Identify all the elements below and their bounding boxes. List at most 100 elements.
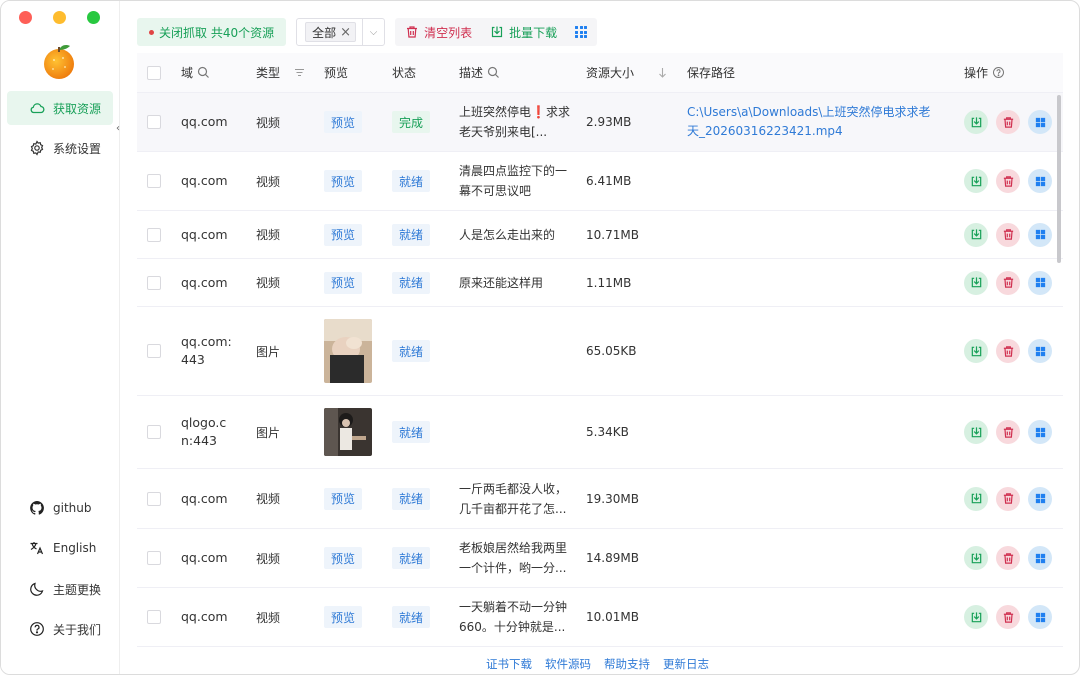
windows-icon (1035, 176, 1045, 186)
search-icon[interactable] (197, 66, 210, 79)
delete-button[interactable] (996, 339, 1020, 363)
sidebar-item-settings[interactable]: 系统设置 (7, 131, 113, 165)
trash-icon (1003, 611, 1013, 623)
row-domain: qq.com (181, 550, 228, 565)
row-checkbox[interactable] (147, 551, 161, 565)
collapse-sidebar-icon[interactable]: ‹ (113, 122, 123, 136)
delete-button[interactable] (996, 222, 1020, 247)
download-icon (971, 116, 981, 127)
download-button[interactable] (964, 486, 988, 511)
open-window-button[interactable] (1028, 605, 1052, 629)
row-checkbox[interactable] (147, 491, 161, 506)
footer-link-changelog[interactable]: 更新日志 (663, 656, 709, 672)
type-filter-select[interactable]: 全部 × ⌵ (296, 18, 386, 46)
row-size: 10.71MB (586, 227, 639, 242)
row-actions (964, 169, 1052, 193)
preview-button[interactable]: 预览 (324, 606, 363, 628)
scrollbar[interactable] (1057, 95, 1061, 263)
toggle-capture-button[interactable]: 关闭抓取 共40个资源 (137, 18, 287, 46)
image-thumbnail[interactable] (324, 408, 372, 456)
download-button[interactable] (964, 420, 988, 444)
open-window-button[interactable] (1028, 169, 1052, 193)
sidebar-item-github[interactable]: github (7, 493, 113, 523)
row-desc: 老板娘居然给我两里一个计件，哟一分... (459, 541, 568, 575)
footer-link-source[interactable]: 软件源码 (545, 656, 591, 672)
select-all-checkbox[interactable] (147, 65, 161, 80)
maximize-window-button[interactable] (87, 11, 100, 24)
sort-icon[interactable] (656, 66, 669, 79)
preview-button[interactable]: 预览 (324, 547, 363, 569)
window-controls (19, 11, 100, 24)
row-domain: qq.com (181, 274, 228, 290)
trash-icon (1003, 277, 1013, 288)
chevron-down-icon[interactable]: ⌵ (362, 19, 384, 45)
delete-button[interactable] (996, 420, 1020, 444)
delete-button[interactable] (996, 110, 1020, 134)
grid-menu-icon[interactable] (575, 26, 588, 38)
preview-button[interactable]: 预览 (324, 170, 363, 192)
table-row: qq.com 视频 预览 就绪 人是怎么走出来的 10.71MB (137, 211, 1063, 259)
row-size: 2.93MB (586, 115, 632, 129)
resource-table: 域 类型 预览 状态 描述 资源大小 保存路径 操作 qq.com 视频 预览 … (137, 53, 1063, 647)
sidebar-item-about[interactable]: 关于我们 (7, 614, 113, 644)
clear-list-button[interactable]: 清空列表 (405, 24, 472, 41)
sidebar-item-label: github (53, 501, 92, 515)
row-checkbox[interactable] (147, 344, 161, 358)
sidebar-item-get-resources[interactable]: 获取资源 (7, 91, 113, 125)
delete-button[interactable] (996, 605, 1020, 629)
row-checkbox[interactable] (147, 275, 161, 290)
close-window-button[interactable] (19, 11, 32, 24)
row-checkbox[interactable] (147, 115, 161, 129)
sidebar-item-label: 关于我们 (53, 622, 102, 637)
download-button[interactable] (964, 339, 988, 363)
delete-button[interactable] (996, 169, 1020, 193)
open-window-button[interactable] (1028, 339, 1052, 363)
open-window-button[interactable] (1028, 546, 1052, 570)
sidebar-item-theme[interactable]: 主题更换 (7, 574, 113, 604)
status-badge: 就绪 (392, 340, 431, 362)
sidebar-item-language[interactable]: English (7, 533, 113, 563)
download-button[interactable] (964, 222, 988, 247)
download-button[interactable] (964, 546, 988, 570)
open-window-button[interactable] (1028, 110, 1052, 134)
toolbar: 关闭抓取 共40个资源 全部 × ⌵ 清空列表 批量下载 (137, 18, 598, 46)
delete-button[interactable] (996, 486, 1020, 511)
row-save-path[interactable]: C:\Users\a\Downloads\上班突然停电求求老天_20260316… (687, 103, 942, 141)
preview-button[interactable]: 预览 (324, 487, 363, 510)
download-button[interactable] (964, 110, 988, 134)
windows-icon (1035, 612, 1045, 622)
download-button[interactable] (964, 169, 988, 193)
preview-button[interactable]: 预览 (324, 223, 363, 246)
batch-download-button[interactable]: 批量下载 (490, 24, 557, 41)
row-checkbox[interactable] (147, 610, 161, 624)
table-row: qq.com 视频 预览 完成 上班突然停电❗求求老天爷别来电[... 2.93… (137, 93, 1063, 152)
preview-button[interactable]: 预览 (324, 111, 363, 133)
footer-link-cert[interactable]: 证书下载 (486, 656, 532, 672)
row-checkbox[interactable] (147, 425, 161, 439)
image-thumbnail[interactable] (324, 319, 372, 383)
open-window-button[interactable] (1028, 420, 1052, 444)
app-logo (44, 45, 74, 79)
filter-icon[interactable] (293, 66, 306, 79)
help-circle-icon[interactable] (992, 66, 1005, 79)
status-badge: 就绪 (392, 170, 431, 192)
search-icon[interactable] (487, 66, 500, 79)
download-button[interactable] (964, 270, 988, 295)
table-row: qq.com 视频 预览 就绪 清晨四点监控下的一幕不可思议吧 6.41MB (137, 152, 1063, 211)
footer-link-help[interactable]: 帮助支持 (604, 656, 650, 672)
open-window-button[interactable] (1028, 270, 1052, 295)
open-window-button[interactable] (1028, 486, 1052, 511)
delete-button[interactable] (996, 546, 1020, 570)
header-label: 资源大小 (586, 66, 635, 80)
windows-icon (1035, 277, 1045, 288)
download-button[interactable] (964, 605, 988, 629)
row-checkbox[interactable] (147, 174, 161, 188)
row-checkbox[interactable] (147, 227, 161, 242)
close-icon[interactable]: × (340, 26, 351, 39)
delete-button[interactable] (996, 270, 1020, 295)
minimize-window-button[interactable] (53, 11, 66, 24)
download-icon (971, 493, 981, 504)
open-window-button[interactable] (1028, 222, 1052, 247)
preview-button[interactable]: 预览 (324, 271, 363, 294)
row-size: 5.34KB (586, 425, 629, 439)
